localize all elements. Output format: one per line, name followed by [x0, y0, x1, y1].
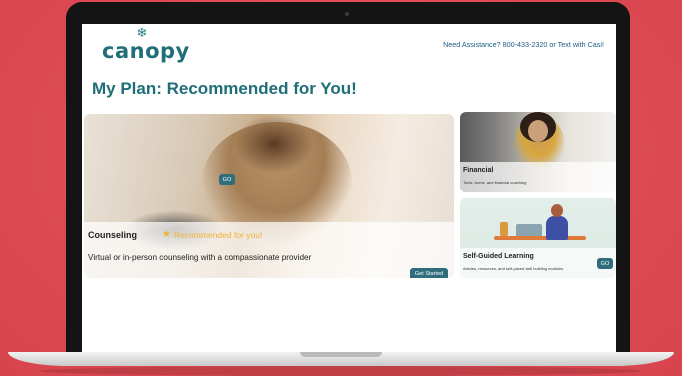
self-guided-go-button[interactable]: GO: [597, 258, 613, 269]
webcam: [345, 12, 349, 16]
self-guided-illustration: [494, 236, 586, 240]
recommended-badge: ★ Recommended for you!: [162, 229, 262, 240]
star-icon: ★: [162, 229, 171, 240]
financial-go-button[interactable]: GO: [219, 174, 235, 185]
financial-photo-detail: [528, 120, 548, 142]
logo-text: canopy: [102, 39, 190, 63]
get-started-button[interactable]: Get Started: [410, 268, 448, 278]
counseling-description: Virtual or in-person counseling with a c…: [88, 253, 312, 262]
self-guided-illustration: [551, 204, 563, 217]
financial-subtitle: Tools, forms, and financial coaching: [463, 180, 527, 185]
recommended-label: Recommended for you!: [173, 229, 263, 240]
laptop-notch: [300, 352, 382, 357]
self-guided-illustration: [546, 216, 568, 240]
financial-card[interactable]: Financial Tools, forms, and financial co…: [460, 112, 616, 192]
self-guided-card[interactable]: Self-Guided Learning Articles, resources…: [460, 198, 616, 278]
assistance-contact[interactable]: Need Assistance? 800-433-2320 or Text wi…: [443, 40, 604, 49]
laptop-screen: ❄ canopy Need Assistance? 800-433-2320 o…: [82, 24, 616, 354]
self-guided-illustration: [500, 222, 508, 236]
canopy-logo[interactable]: ❄ canopy: [102, 25, 189, 66]
page-title: My Plan: Recommended for You!: [92, 79, 357, 98]
self-guided-subtitle: Articles, resources, and self-paced skil…: [463, 266, 564, 271]
counseling-photo-detail: [234, 114, 314, 174]
laptop-shadow: [40, 366, 642, 376]
counseling-overlay: [84, 222, 454, 278]
counseling-card[interactable]: Counseling ★ Recommended for you! Virtua…: [84, 114, 454, 278]
self-guided-title: Self-Guided Learning: [463, 253, 534, 260]
financial-title: Financial: [463, 167, 494, 174]
snowflake-icon: ❄: [136, 25, 148, 40]
counseling-title: Counseling: [88, 230, 137, 240]
